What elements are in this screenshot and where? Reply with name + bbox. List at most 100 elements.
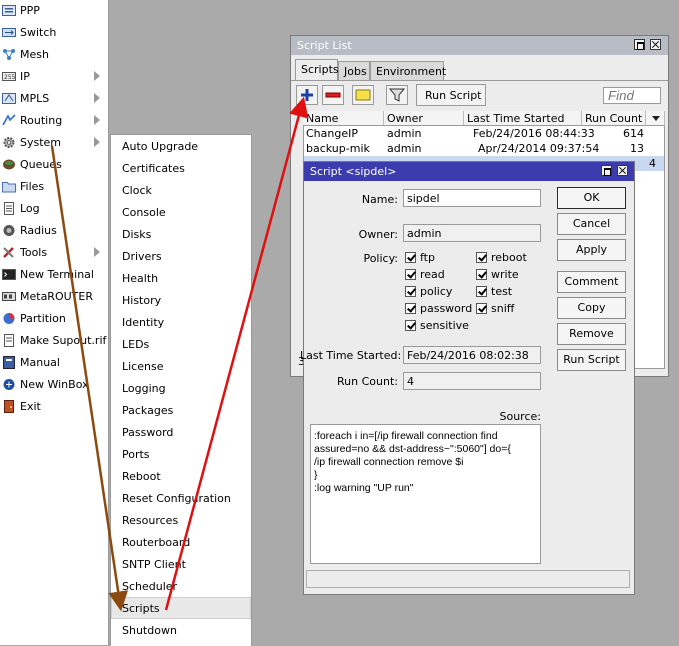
- menu-item-ip[interactable]: 255 IP: [0, 66, 108, 88]
- submenu-item-health[interactable]: Health: [111, 267, 251, 289]
- menu-item-mesh[interactable]: Mesh: [0, 44, 108, 66]
- submenu-item-console[interactable]: Console: [111, 201, 251, 223]
- submenu-item-clock[interactable]: Clock: [111, 179, 251, 201]
- submenu-label: Clock: [122, 184, 152, 197]
- folder-icon: [2, 180, 16, 193]
- submenu-item-scripts[interactable]: Scripts: [111, 597, 251, 619]
- policy-sniff-checkbox[interactable]: [476, 303, 487, 314]
- column-header-name[interactable]: Name: [303, 111, 384, 126]
- copy-button[interactable]: Copy: [557, 297, 626, 319]
- submenu-item-logging[interactable]: Logging: [111, 377, 251, 399]
- submenu-item-ports[interactable]: Ports: [111, 443, 251, 465]
- mpls-icon: [2, 92, 16, 105]
- submenu-item-disks[interactable]: Disks: [111, 223, 251, 245]
- policy-sensitive-checkbox[interactable]: [405, 320, 416, 331]
- tab-jobs[interactable]: Jobs: [338, 61, 370, 80]
- policy-password-checkbox[interactable]: [405, 303, 416, 314]
- column-header-owner[interactable]: Owner: [384, 111, 464, 126]
- column-header-run-count[interactable]: Run Count: [582, 111, 646, 126]
- submenu-item-drivers[interactable]: Drivers: [111, 245, 251, 267]
- menu-item-make-supout[interactable]: Make Supout.rif: [0, 330, 108, 352]
- owner-field[interactable]: admin: [403, 224, 541, 242]
- submenu-label: Certificates: [122, 162, 185, 175]
- radius-icon: [2, 224, 16, 237]
- last-started-label: Last Time Started:: [300, 349, 402, 362]
- filter-button[interactable]: [386, 85, 408, 105]
- name-label: Name:: [361, 193, 398, 206]
- comment-button[interactable]: Comment: [557, 271, 626, 293]
- menu-item-log[interactable]: Log: [0, 198, 108, 220]
- submenu-item-password[interactable]: Password: [111, 421, 251, 443]
- menu-item-metarouter[interactable]: MetaROUTER: [0, 286, 108, 308]
- maximize-icon[interactable]: [601, 165, 612, 176]
- run-script-button[interactable]: Run Script: [416, 84, 486, 106]
- owner-value: admin: [407, 227, 442, 240]
- cancel-button[interactable]: Cancel: [557, 213, 626, 235]
- policy-reboot-checkbox[interactable]: [476, 252, 487, 263]
- maximize-icon[interactable]: [634, 39, 645, 50]
- script-dialog-titlebar[interactable]: Script <sipdel>: [304, 162, 634, 181]
- table-row[interactable]: ChangeIP admin Feb/24/2016 08:44:33 614: [303, 126, 665, 141]
- submenu-item-packages[interactable]: Packages: [111, 399, 251, 421]
- header-label: Last Time Started: [467, 112, 565, 125]
- script-list-titlebar[interactable]: Script List: [291, 36, 668, 55]
- column-header-last-time-started[interactable]: Last Time Started: [464, 111, 582, 126]
- menu-item-ppp[interactable]: PPP: [0, 0, 108, 22]
- table-row[interactable]: backup-mik admin Apr/24/2014 09:37:54 13: [303, 141, 665, 156]
- menu-item-files[interactable]: Files: [0, 176, 108, 198]
- apply-button[interactable]: Apply: [557, 239, 626, 261]
- source-editor[interactable]: :foreach i in=[/ip firewall connection f…: [310, 424, 541, 564]
- menu-item-exit[interactable]: Exit: [0, 396, 108, 418]
- policy-write-checkbox[interactable]: [476, 269, 487, 280]
- policy-policy-checkbox[interactable]: [405, 286, 416, 297]
- submenu-item-auto-upgrade[interactable]: Auto Upgrade: [111, 135, 251, 157]
- submenu-item-resources[interactable]: Resources: [111, 509, 251, 531]
- policy-test-checkbox[interactable]: [476, 286, 487, 297]
- submenu-item-shutdown[interactable]: Shutdown: [111, 619, 251, 641]
- policy-ftp-checkbox[interactable]: [405, 252, 416, 263]
- menu-label: Log: [20, 202, 40, 215]
- add-button[interactable]: [296, 85, 318, 105]
- menu-item-system[interactable]: System: [0, 132, 108, 154]
- submenu-item-identity[interactable]: Identity: [111, 311, 251, 333]
- comment-button[interactable]: [352, 85, 374, 105]
- submenu-item-reboot[interactable]: Reboot: [111, 465, 251, 487]
- close-icon[interactable]: [650, 39, 661, 50]
- run-script-dialog-button[interactable]: Run Script: [557, 349, 626, 371]
- menu-item-partition[interactable]: Partition: [0, 308, 108, 330]
- menu-item-switch[interactable]: Switch: [0, 22, 108, 44]
- menu-item-radius[interactable]: Radius: [0, 220, 108, 242]
- submenu-item-sntp-client[interactable]: SNTP Client: [111, 553, 251, 575]
- submenu-item-leds[interactable]: LEDs: [111, 333, 251, 355]
- submenu-item-reset-configuration[interactable]: Reset Configuration: [111, 487, 251, 509]
- submenu-item-scheduler[interactable]: Scheduler: [111, 575, 251, 597]
- gear-icon: [2, 136, 16, 149]
- log-icon: [2, 202, 16, 215]
- remove-button[interactable]: [322, 85, 344, 105]
- menu-item-routing[interactable]: Routing: [0, 110, 108, 132]
- submenu-item-routerboard[interactable]: Routerboard: [111, 531, 251, 553]
- menu-item-new-terminal[interactable]: New Terminal: [0, 264, 108, 286]
- name-field[interactable]: sipdel: [403, 189, 541, 207]
- header-label: Owner: [387, 112, 423, 125]
- menu-item-new-winbox[interactable]: New WinBox: [0, 374, 108, 396]
- submenu-label: Resources: [122, 514, 179, 527]
- tab-scripts[interactable]: Scripts: [295, 59, 339, 80]
- last-started-value: Feb/24/2016 08:02:38: [407, 349, 529, 362]
- menu-item-mpls[interactable]: MPLS: [0, 88, 108, 110]
- menu-item-tools[interactable]: Tools: [0, 242, 108, 264]
- submenu-item-certificates[interactable]: Certificates: [111, 157, 251, 179]
- column-menu-button[interactable]: [646, 111, 665, 126]
- ok-button[interactable]: OK: [557, 187, 626, 209]
- menu-item-queues[interactable]: Queues: [0, 154, 108, 176]
- policy-read-checkbox[interactable]: [405, 269, 416, 280]
- menu-item-manual[interactable]: Manual: [0, 352, 108, 374]
- submenu-item-license[interactable]: License: [111, 355, 251, 377]
- tab-environment[interactable]: Environment: [370, 61, 446, 80]
- close-icon[interactable]: [617, 165, 628, 176]
- main-menu: PPP Switch Mesh 255 IP MPLS Routing Syst…: [0, 0, 109, 645]
- submenu-arrow-icon: [94, 93, 100, 103]
- remove-button[interactable]: Remove: [557, 323, 626, 345]
- find-input[interactable]: [603, 87, 661, 104]
- submenu-item-history[interactable]: History: [111, 289, 251, 311]
